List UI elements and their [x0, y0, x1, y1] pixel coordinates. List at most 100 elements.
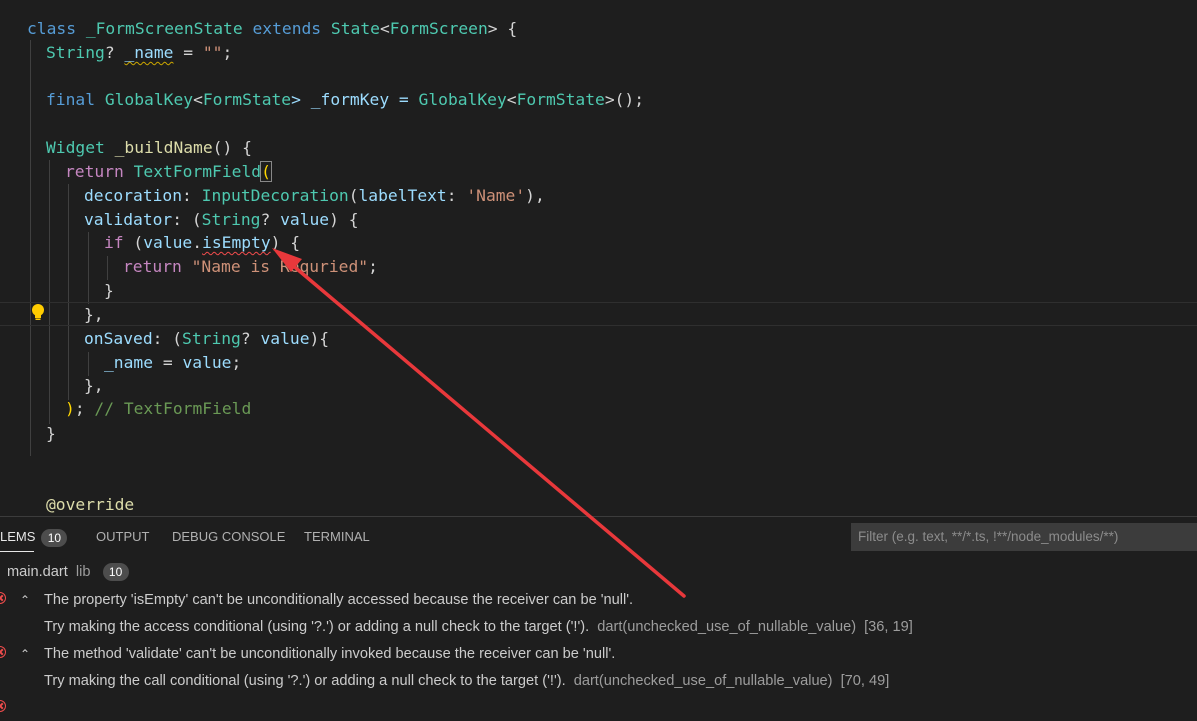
- punct: ?: [104, 43, 125, 62]
- type-name: FormScreen: [389, 19, 488, 38]
- file-group-row[interactable]: main.dart lib 10: [7, 559, 129, 585]
- punct: ),: [525, 186, 545, 205]
- code-line-3[interactable]: final GlobalKey<FormState> _formKey = Gl…: [46, 88, 644, 112]
- variable-name: value: [143, 233, 193, 252]
- error-icon: [0, 700, 6, 712]
- code-line-10[interactable]: }: [104, 279, 114, 303]
- punct: }: [46, 424, 56, 443]
- problem-row[interactable]: ⌃ The method 'validate' can't be uncondi…: [0, 641, 1197, 667]
- problem-count-badge: 10: [41, 528, 68, 547]
- code-line-12[interactable]: onSaved: (String? value){: [84, 327, 329, 351]
- problem-row[interactable]: ⌃ The property 'isEmpty' can't be uncond…: [0, 587, 1197, 613]
- code-line-9[interactable]: return "Name is Requried";: [123, 255, 378, 279]
- punct: .: [192, 233, 203, 252]
- type-name: String: [182, 329, 241, 348]
- bracket: (: [260, 161, 272, 182]
- problem-hint-row[interactable]: Try making the access conditional (using…: [44, 614, 913, 640]
- indent-guide: [88, 352, 89, 376]
- punct: ;: [222, 43, 233, 62]
- code-line-11[interactable]: },: [84, 303, 104, 327]
- punct: ?: [240, 329, 261, 348]
- punct: },: [84, 376, 104, 395]
- punct: ) {: [270, 233, 301, 252]
- code-line-2[interactable]: String? _name = "";: [46, 41, 232, 65]
- code-line-15[interactable]: ); // TextFormField: [65, 397, 251, 421]
- property-name: labelText: [358, 186, 447, 205]
- property-name: isEmpty: [202, 233, 271, 252]
- file-name: main.dart: [7, 564, 68, 580]
- keyword: final: [46, 90, 96, 109]
- punct: }: [104, 281, 114, 300]
- punct: (: [123, 233, 144, 252]
- tab-debug-console[interactable]: DEBUG CONSOLE: [172, 526, 285, 548]
- tab-problems[interactable]: LEMS 10: [0, 526, 68, 548]
- punct: ) {: [329, 210, 359, 229]
- type-name: Widget: [46, 138, 105, 157]
- class-name: TextFormField: [123, 162, 262, 181]
- punct: (: [348, 186, 359, 205]
- type-name: String: [46, 43, 105, 62]
- variable-name: > _formKey =: [291, 90, 419, 109]
- active-tab-indicator: [0, 551, 34, 552]
- code-line-5[interactable]: return TextFormField(: [65, 160, 272, 184]
- class-name: InputDecoration: [201, 186, 349, 205]
- code-line-1[interactable]: class _FormScreenState extends State<For…: [27, 17, 517, 41]
- string-literal: "Name is Requried": [181, 257, 369, 276]
- punct: >();: [604, 90, 645, 109]
- code-line-8[interactable]: if (value.isEmpty) {: [104, 231, 300, 255]
- punct: <: [379, 19, 390, 38]
- code-line-17[interactable]: @override: [46, 493, 134, 516]
- property-name: validator: [84, 210, 173, 229]
- string-literal: 'Name': [466, 186, 526, 205]
- type-name: FormState: [516, 90, 605, 109]
- type-name: String: [201, 210, 261, 229]
- string-literal: "": [202, 43, 223, 62]
- tab-terminal[interactable]: TERMINAL: [304, 526, 370, 548]
- code-line-6[interactable]: decoration: InputDecoration(labelText: '…: [84, 184, 545, 208]
- property-name: onSaved: [84, 329, 153, 348]
- indent-guide: [107, 256, 108, 280]
- punct: :: [446, 186, 467, 205]
- code-line-13[interactable]: _name = value;: [104, 351, 241, 375]
- tab-output[interactable]: OUTPUT: [96, 526, 149, 548]
- current-line-highlight: [0, 302, 1197, 326]
- punct: ;: [231, 353, 242, 372]
- indent-guide: [49, 160, 50, 424]
- problem-code: dart(unchecked_use_of_nullable_value): [597, 619, 857, 635]
- problems-filter-input[interactable]: Filter (e.g. text, **/*.ts, !**/node_mod…: [851, 523, 1197, 551]
- error-icon: [0, 646, 6, 658]
- type-name: GlobalKey: [104, 90, 194, 109]
- punct: <: [193, 90, 203, 109]
- code-line-14[interactable]: },: [84, 374, 104, 398]
- code-comment: // TextFormField: [94, 399, 252, 418]
- problem-position: [70, 49]: [840, 673, 890, 689]
- keyword: return: [123, 257, 182, 276]
- code-editor[interactable]: class _FormScreenState extends State<For…: [0, 0, 1197, 516]
- lightbulb-icon[interactable]: [30, 303, 46, 321]
- keyword: return: [65, 162, 124, 181]
- property-name: decoration: [84, 186, 183, 205]
- code-line-16[interactable]: }: [46, 422, 56, 446]
- punct: : (: [172, 210, 202, 229]
- punct: > {: [487, 19, 518, 38]
- chevron-up-icon[interactable]: ⌃: [20, 587, 34, 613]
- keyword: class: [27, 19, 77, 38]
- class-name: _FormScreenState: [85, 19, 243, 38]
- problem-row-partial: [0, 695, 1197, 721]
- punct: : (: [152, 329, 183, 348]
- punct: <: [506, 90, 517, 109]
- problem-hint-row[interactable]: Try making the call conditional (using '…: [44, 668, 889, 694]
- problem-position: [36, 19]: [864, 619, 913, 635]
- type-name: FormState: [202, 90, 292, 109]
- keyword: extends: [252, 19, 322, 38]
- tab-label: LEMS: [0, 529, 36, 544]
- bottom-panel: LEMS 10 OUTPUT DEBUG CONSOLE TERMINAL Fil…: [0, 516, 1197, 712]
- code-line-4[interactable]: Widget _buildName() {: [46, 136, 252, 160]
- punct: ){: [309, 329, 330, 348]
- chevron-up-icon[interactable]: ⌃: [20, 641, 34, 667]
- punct: ?: [260, 210, 281, 229]
- problem-message: The method 'validate' can't be unconditi…: [44, 646, 616, 662]
- variable-name: value: [260, 329, 310, 348]
- code-line-7[interactable]: validator: (String? value) {: [84, 208, 359, 232]
- punct: ;: [368, 257, 378, 276]
